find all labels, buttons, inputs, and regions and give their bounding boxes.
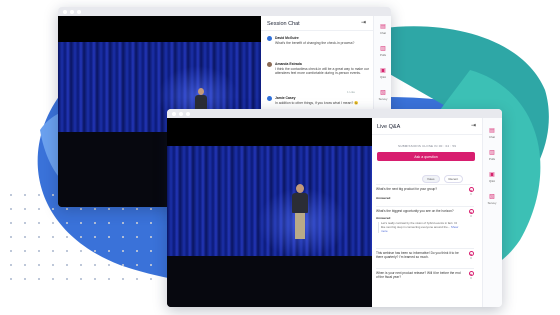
question-card: What's the next big product for your gro… (376, 184, 474, 204)
question-text: This webinar has been so informative! Do… (376, 251, 459, 259)
question-text: When is your next product release? Will … (376, 271, 461, 279)
sidebar-item-survey[interactable]: ▧ Survey (377, 90, 389, 101)
sidebar-item-survey[interactable]: ▧ Survey (486, 194, 498, 205)
question-card: What's the biggest opportunity you see o… (376, 206, 474, 246)
chat-icon: ▤ (489, 128, 495, 134)
window-dot[interactable] (77, 9, 81, 14)
stage-floor (167, 256, 372, 307)
ask-question-button[interactable]: Ask a question (377, 152, 475, 161)
sidebar-item-polls[interactable]: ▥ Polls (377, 46, 389, 57)
question-card: This webinar has been so informative! Do… (376, 248, 474, 270)
chat-icon: ▤ (380, 24, 386, 30)
submissions-countdown: SUBMISSIONS CLOSE IN 00 : 04 : 59 (398, 144, 457, 148)
window-titlebar (58, 7, 391, 16)
window-dot[interactable] (63, 9, 67, 14)
panel-title: Live Q&A (377, 124, 401, 130)
avatar (267, 36, 272, 41)
message-text: I think the contactless check-in will be… (275, 66, 369, 75)
panel-title: Session Chat (267, 21, 300, 27)
video-player[interactable] (167, 118, 372, 307)
divider (372, 134, 482, 135)
upvote-button[interactable]: ▲ 0 (468, 271, 474, 280)
window-dot[interactable] (70, 9, 74, 14)
sidebar-item-qa[interactable]: ▣ Q&A (377, 68, 389, 79)
sidebar-item-polls[interactable]: ▥ Polls (486, 150, 498, 161)
avatar (267, 96, 272, 101)
qa-icon: ▣ (489, 172, 495, 178)
live-qa-panel: Live Q&A ⇥ SUBMISSIONS CLOSE IN 00 : 04 … (372, 118, 482, 307)
sort-filters: Votes Recent (422, 175, 464, 183)
window-dot[interactable] (179, 111, 183, 116)
polls-icon: ▥ (489, 150, 495, 156)
chat-message: Amanda Estrada I think the contactless c… (267, 62, 379, 92)
survey-icon: ▧ (489, 194, 495, 200)
avatar (267, 62, 272, 67)
window-dot[interactable] (172, 111, 176, 116)
sidebar-item-chat[interactable]: ▤ Chat (377, 24, 389, 35)
qa-icon: ▣ (380, 68, 386, 74)
polls-icon: ▥ (380, 46, 386, 52)
upvote-button[interactable]: ▲ 0 (468, 209, 474, 218)
chat-message: David McGuire What's the benefit of chan… (267, 36, 379, 58)
answered-tag: Answered (376, 196, 391, 200)
answered-tag: Answered (376, 216, 391, 220)
sidebar-item-qa[interactable]: ▣ Q&A (486, 172, 498, 183)
window-titlebar (167, 109, 502, 118)
sidebar-item-chat[interactable]: ▤ Chat (486, 128, 498, 139)
reaction-count[interactable]: 1 Like (347, 90, 355, 94)
question-card: When is your next product release? Will … (376, 268, 474, 290)
exit-icon[interactable]: ⇥ (361, 19, 366, 26)
survey-icon: ▧ (380, 90, 386, 96)
upvote-button[interactable]: ▲ 0 (468, 251, 474, 260)
front-sidebar: ▤ Chat ▥ Polls ▣ Q&A ▧ Survey (482, 118, 502, 307)
speaker (291, 184, 309, 239)
message-author: David McGuire (275, 36, 299, 40)
exit-icon[interactable]: ⇥ (471, 122, 476, 129)
front-window: Live Q&A ⇥ SUBMISSIONS CLOSE IN 00 : 04 … (167, 109, 502, 307)
question-text: What's the next big product for your gro… (376, 187, 438, 191)
question-text: What's the biggest opportunity you see o… (376, 209, 454, 213)
filter-votes[interactable]: Votes (422, 175, 440, 183)
filter-recent[interactable]: Recent (443, 175, 464, 183)
window-dot[interactable] (186, 111, 190, 116)
message-text: What's the benefit of changing the check… (275, 40, 355, 45)
marketing-hero: Session Chat ⇥ David McGuire What's the … (0, 0, 560, 315)
answer-text: Let's really contrast by the vision of h… (378, 221, 462, 234)
message-author: Amanda Estrada (275, 62, 302, 66)
message-author: Jamie Casey (275, 96, 296, 100)
divider (261, 30, 373, 31)
message-text: In addition to other things, if you know… (275, 100, 359, 105)
upvote-button[interactable]: ▲ 0 (468, 187, 474, 196)
